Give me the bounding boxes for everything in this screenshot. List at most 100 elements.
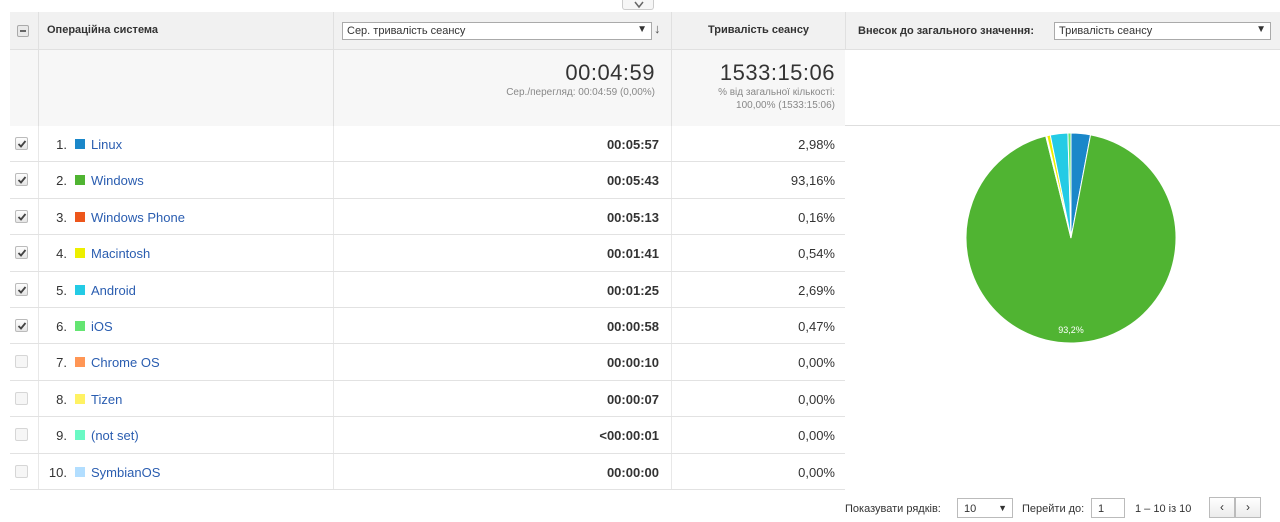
table-row: 9. (not set) <00:00:01 0,00%	[10, 417, 845, 454]
dropdown-arrow-icon: ▼	[1256, 24, 1266, 35]
total-note-line-1: % від загальної кількості:	[718, 87, 835, 98]
select-all-checkbox[interactable]	[17, 25, 29, 37]
series-color-swatch	[75, 139, 85, 149]
duration-percent: 0,54%	[671, 235, 845, 271]
row-checkbox[interactable]	[15, 246, 28, 260]
row-index: 3.	[56, 209, 67, 225]
avg-session-value: 00:00:07	[333, 380, 671, 417]
avg-session-value: <00:00:01	[333, 417, 671, 453]
row-index: 7.	[56, 355, 67, 371]
row-index: 6.	[56, 318, 67, 334]
row-checkbox[interactable]	[15, 464, 28, 478]
row-checkbox[interactable]	[15, 137, 28, 150]
chevron-down-icon	[634, 1, 644, 9]
contribution-chart: 93,2%	[845, 126, 1280, 488]
rows-per-page-select[interactable]: 10 ▼	[957, 498, 1013, 518]
avg-session-value: 00:00:10	[333, 344, 671, 380]
os-name-link[interactable]: Android	[91, 283, 136, 298]
dropdown-arrow-icon: ▼	[998, 503, 1007, 513]
series-color-swatch	[75, 248, 85, 259]
prev-page-button[interactable]: ‹	[1209, 497, 1235, 518]
row-index: 2.	[56, 173, 67, 189]
os-name-link[interactable]: SymbianOS	[91, 465, 160, 480]
metric-select-value: Сер. тривалість сеансу	[347, 25, 466, 37]
series-color-swatch	[75, 430, 85, 441]
os-name-link[interactable]: Tizen	[91, 392, 122, 407]
row-checkbox[interactable]	[15, 209, 28, 223]
series-color-swatch	[75, 466, 85, 477]
duration-percent: 2,98%	[671, 126, 845, 162]
pie-data-label: 93,2%	[1058, 325, 1084, 335]
row-checkbox[interactable]	[15, 355, 28, 369]
duration-percent: 93,16%	[671, 162, 845, 198]
table-row: 4. Macintosh 00:01:41 0,54%	[10, 235, 845, 272]
rows-per-page-value: 10	[964, 503, 977, 515]
row-checkbox[interactable]	[15, 391, 28, 405]
chevron-right-icon: ›	[1246, 500, 1250, 514]
duration-percent: 0,00%	[671, 344, 845, 380]
duration-column-header[interactable]: Тривалість сеансу	[671, 12, 845, 50]
row-index: 1.	[56, 137, 67, 152]
row-checkbox[interactable]	[15, 428, 28, 442]
row-checkbox[interactable]	[15, 173, 28, 187]
row-checkbox[interactable]	[15, 318, 28, 332]
contribution-select-value: Тривалість сеансу	[1059, 25, 1153, 37]
avg-session-value: 00:01:25	[333, 271, 671, 307]
goto-page-value: 1	[1098, 503, 1105, 515]
avg-session-value: 00:00:58	[333, 307, 671, 344]
row-index: 5.	[56, 282, 67, 298]
avg-session-value: 00:00:00	[333, 453, 671, 489]
series-color-swatch	[75, 211, 85, 222]
sort-desc-icon[interactable]: ↓	[654, 21, 661, 36]
metric-select[interactable]: Сер. тривалість сеансу ▼	[342, 22, 652, 40]
avg-session-value: 00:05:13	[333, 198, 671, 235]
avg-session-value: 00:05:43	[333, 162, 671, 198]
total-note-line-2: 100,00% (1533:15:06)	[736, 100, 835, 111]
series-color-swatch	[75, 284, 85, 295]
avg-session-total: 00:04:59	[565, 60, 655, 85]
row-index: 10.	[48, 464, 67, 480]
os-name-link[interactable]: Windows	[91, 173, 144, 188]
summary-row: 00:04:59 Сер./перегляд: 00:04:59 (0,00%)…	[10, 50, 1280, 126]
os-name-link[interactable]: Macintosh	[91, 246, 150, 261]
data-rows: 1. Linux 00:05:57 2,98% 2. Windows 00:05:43 93,…	[10, 126, 845, 490]
os-name-link[interactable]: Linux	[91, 137, 122, 152]
avg-session-note: Сер./перегляд: 00:04:59 (0,00%)	[506, 87, 655, 98]
next-page-button[interactable]: ›	[1235, 497, 1261, 518]
pagination: Показувати рядків: 10 ▼ Перейти до: 1 1 …	[845, 497, 1280, 519]
os-name-link[interactable]: iOS	[91, 319, 113, 334]
goto-label: Перейти до:	[1022, 503, 1085, 515]
goto-page-input[interactable]: 1	[1091, 498, 1125, 518]
os-name-link[interactable]: (not set)	[91, 428, 139, 443]
series-color-swatch	[75, 320, 85, 331]
table-row: 6. iOS 00:00:58 0,47%	[10, 307, 845, 345]
checkmark-icon	[17, 176, 27, 185]
duration-percent: 0,16%	[671, 198, 845, 235]
contribution-select[interactable]: Тривалість сеансу ▼	[1054, 22, 1271, 40]
table-row: 5. Android 00:01:25 2,69%	[10, 271, 845, 308]
duration-percent: 0,00%	[671, 417, 845, 453]
series-color-swatch	[75, 357, 85, 368]
os-name-link[interactable]: Chrome OS	[91, 355, 160, 370]
table-row: 8. Tizen 00:00:07 0,00%	[10, 380, 845, 418]
rows-per-page-label: Показувати рядків:	[845, 503, 941, 515]
table-row: 1. Linux 00:05:57 2,98%	[10, 126, 845, 163]
table-row: 10. SymbianOS 00:00:00 0,00%	[10, 453, 845, 490]
session-duration-total: 1533:15:06	[719, 60, 835, 85]
duration-percent: 2,69%	[671, 271, 845, 307]
contribution-label: Внесок до загального значення:	[858, 25, 1035, 37]
checkmark-icon	[17, 213, 27, 221]
row-index: 8.	[56, 391, 67, 407]
expand-toggle-button[interactable]	[622, 0, 654, 10]
avg-session-value: 00:01:41	[333, 235, 671, 271]
checkmark-icon	[17, 140, 27, 148]
avg-session-value: 00:05:57	[333, 126, 671, 162]
row-checkbox[interactable]	[15, 282, 28, 296]
duration-percent: 0,47%	[671, 307, 845, 344]
row-index: 9.	[56, 428, 67, 444]
series-color-swatch	[75, 175, 85, 186]
os-column-header[interactable]: Операційна система	[38, 12, 333, 50]
checkmark-icon	[17, 285, 27, 294]
table-row: 7. Chrome OS 00:00:10 0,00%	[10, 344, 845, 381]
os-name-link[interactable]: Windows Phone	[91, 210, 185, 225]
